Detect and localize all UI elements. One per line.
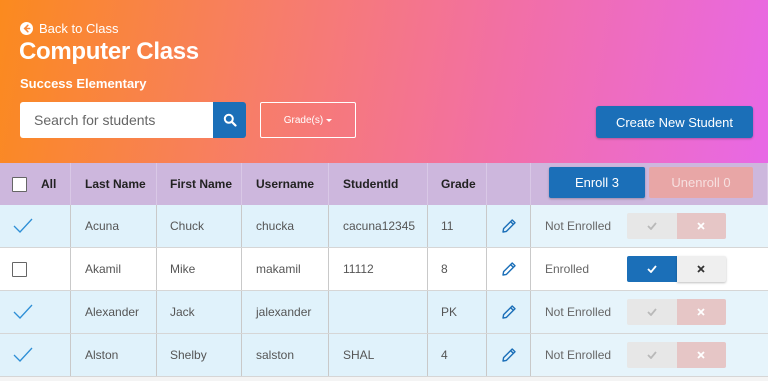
last-name-cell: Akamil (71, 248, 157, 290)
enrollment-status: Not Enrolled (545, 219, 612, 233)
username-cell: jalexander (242, 291, 329, 333)
enroll-toggle-button[interactable] (627, 213, 677, 239)
last-name-cell: Alston (71, 334, 157, 376)
enrollment-cell: Not Enrolled (531, 334, 768, 376)
page-title: Computer Class (19, 38, 199, 65)
grade-cell: PK (428, 291, 487, 333)
select-all-label: All (41, 177, 57, 191)
table-row: Alexander Jack jalexander PK Not Enrolled (0, 291, 768, 334)
enrollment-status: Not Enrolled (545, 348, 612, 362)
unenroll-toggle-button[interactable] (676, 299, 726, 325)
edit-cell (487, 291, 531, 333)
caret-down-icon (326, 118, 333, 122)
check-icon (647, 265, 657, 273)
row-select-cell[interactable] (0, 334, 71, 376)
col-edit (487, 163, 531, 205)
grade-filter-dropdown[interactable]: Grade(s) (260, 102, 356, 138)
first-name-cell: Jack (157, 291, 242, 333)
grade-cell: 11 (428, 205, 487, 247)
enrollment-toggle (627, 299, 726, 325)
first-name-cell: Mike (157, 248, 242, 290)
search-input[interactable] (20, 102, 213, 138)
enroll-toggle-button[interactable] (627, 342, 677, 368)
pencil-icon[interactable] (500, 217, 518, 235)
unenroll-toggle-button[interactable] (676, 256, 726, 282)
edit-cell (487, 334, 531, 376)
row-select-cell[interactable] (0, 205, 71, 247)
check-icon[interactable] (12, 217, 34, 235)
table-header-row: All Last Name First Name Username Studen… (0, 163, 768, 205)
row-checkbox[interactable] (12, 261, 27, 277)
unenroll-button[interactable]: Unenroll 0 (649, 167, 753, 198)
search-icon (223, 113, 237, 127)
student-id-cell: SHAL (329, 334, 428, 376)
select-all-checkbox[interactable] (12, 176, 27, 192)
check-icon (647, 308, 657, 316)
username-cell: chucka (242, 205, 329, 247)
student-search (20, 102, 246, 138)
enroll-toggle-button[interactable] (627, 256, 677, 282)
check-icon (647, 351, 657, 359)
row-select-cell[interactable] (0, 291, 71, 333)
close-icon (697, 222, 705, 230)
enrollment-status: Not Enrolled (545, 305, 612, 319)
table-row: Alston Shelby salston SHAL 4 Not Enrolled (0, 334, 768, 377)
back-to-class-link[interactable]: Back to Class (20, 21, 118, 36)
check-icon[interactable] (12, 303, 34, 321)
student-id-cell (329, 291, 428, 333)
edit-cell (487, 205, 531, 247)
enroll-button[interactable]: Enroll 3 (549, 167, 645, 198)
username-cell: salston (242, 334, 329, 376)
col-username[interactable]: Username (242, 163, 329, 205)
table-row: Akamil Mike makamil 11112 8 Enrolled (0, 248, 768, 291)
select-all-cell: All (0, 163, 71, 205)
grade-filter-label: Grade(s) (283, 114, 324, 126)
last-name-cell: Acuna (71, 205, 157, 247)
close-icon (697, 308, 705, 316)
close-icon (697, 265, 705, 273)
enroll-toggle-button[interactable] (627, 299, 677, 325)
close-icon (697, 351, 705, 359)
create-new-student-button[interactable]: Create New Student (596, 106, 753, 138)
enrollment-cell: Enrolled (531, 248, 768, 290)
arrow-left-icon (20, 22, 33, 35)
pencil-icon[interactable] (500, 346, 518, 364)
pencil-icon[interactable] (500, 303, 518, 321)
unenroll-toggle-button[interactable] (676, 213, 726, 239)
class-header: Back to Class Computer Class Success Ele… (0, 0, 768, 163)
first-name-cell: Shelby (157, 334, 242, 376)
student-id-cell: cacuna12345 (329, 205, 428, 247)
table-row: Acuna Chuck chucka cacuna12345 11 Not Enrolle… (0, 205, 768, 248)
edit-cell (487, 248, 531, 290)
enrollment-cell: Not Enrolled (531, 291, 768, 333)
back-to-class-label: Back to Class (39, 21, 119, 36)
enrollment-toggle (627, 342, 726, 368)
student-id-cell: 11112 (329, 248, 428, 290)
col-last-name[interactable]: Last Name (71, 163, 157, 205)
grade-cell: 4 (428, 334, 487, 376)
col-student-id[interactable]: StudentId (329, 163, 428, 205)
pencil-icon[interactable] (500, 260, 518, 278)
enrollment-toggle (627, 213, 726, 239)
enrollment-toggle (627, 256, 726, 282)
username-cell: makamil (242, 248, 329, 290)
check-icon (647, 222, 657, 230)
first-name-cell: Chuck (157, 205, 242, 247)
last-name-cell: Alexander (71, 291, 157, 333)
search-button[interactable] (213, 102, 246, 138)
school-name: Success Elementary (20, 76, 147, 91)
unenroll-toggle-button[interactable] (676, 342, 726, 368)
enrollment-cell: Not Enrolled (531, 205, 768, 247)
check-icon[interactable] (12, 346, 34, 364)
col-grade[interactable]: Grade (428, 163, 487, 205)
grade-cell: 8 (428, 248, 487, 290)
enrollment-status: Enrolled (545, 262, 590, 276)
row-select-cell[interactable] (0, 248, 71, 290)
col-first-name[interactable]: First Name (157, 163, 242, 205)
